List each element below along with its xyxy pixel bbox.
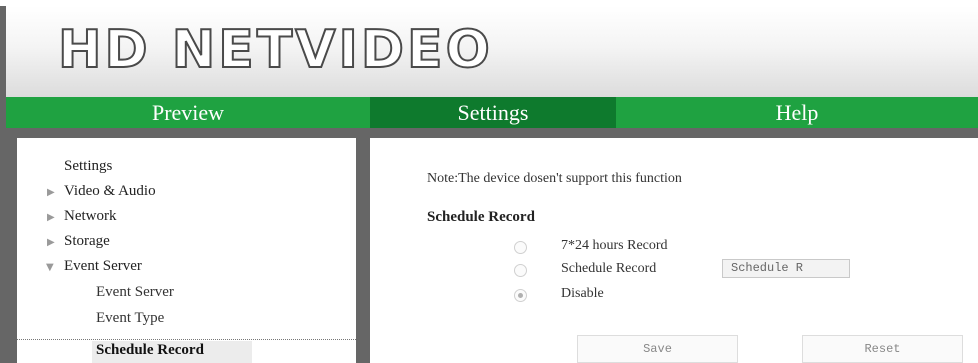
sidebar-divider: [17, 339, 356, 340]
radio-schedule-record[interactable]: [514, 264, 527, 277]
sidebar-item-event-server[interactable]: Event Server: [64, 258, 142, 275]
sidebar-item-network[interactable]: Network: [64, 208, 117, 225]
radio-label-disable: Disable: [561, 286, 604, 301]
chevron-right-icon: ▶: [47, 212, 55, 223]
tab-help[interactable]: Help: [616, 97, 978, 128]
tab-settings[interactable]: Settings: [370, 97, 616, 128]
sidebar-item-video-audio[interactable]: Video & Audio: [64, 183, 156, 200]
sidebar-title[interactable]: Settings: [64, 158, 112, 175]
section-title: Schedule Record: [427, 209, 535, 225]
support-note: Note:The device dosen't support this fun…: [427, 171, 682, 186]
main-nav: Preview Settings Help: [6, 97, 978, 128]
sidebar: Settings ▶ Video & Audio ▶ Network ▶ Sto…: [17, 138, 356, 363]
save-button[interactable]: Save: [577, 335, 738, 363]
sidebar-item-storage[interactable]: Storage: [64, 233, 110, 250]
chevron-right-icon: ▶: [47, 237, 55, 248]
chevron-right-icon: ▶: [47, 187, 55, 198]
logo: HD NETVIDEO: [57, 20, 493, 80]
header: HD NETVIDEO: [6, 6, 978, 97]
tab-preview[interactable]: Preview: [6, 97, 370, 128]
schedule-edit-button[interactable]: Schedule R: [722, 259, 850, 278]
sidebar-subitem-event-server[interactable]: Event Server: [96, 284, 174, 301]
reset-button[interactable]: Reset: [802, 335, 963, 363]
chevron-down-icon: ▼: [46, 262, 54, 273]
sidebar-subitem-schedule-record[interactable]: Schedule Record: [96, 342, 204, 359]
sidebar-subitem-event-type[interactable]: Event Type: [96, 310, 164, 327]
content-panel: Note:The device dosen't support this fun…: [370, 138, 978, 363]
radio-24h-record[interactable]: [514, 241, 527, 254]
radio-label-schedule-record: Schedule Record: [561, 261, 657, 276]
radio-disable[interactable]: [514, 289, 527, 302]
radio-label-24h-record: 7*24 hours Record: [561, 238, 668, 253]
